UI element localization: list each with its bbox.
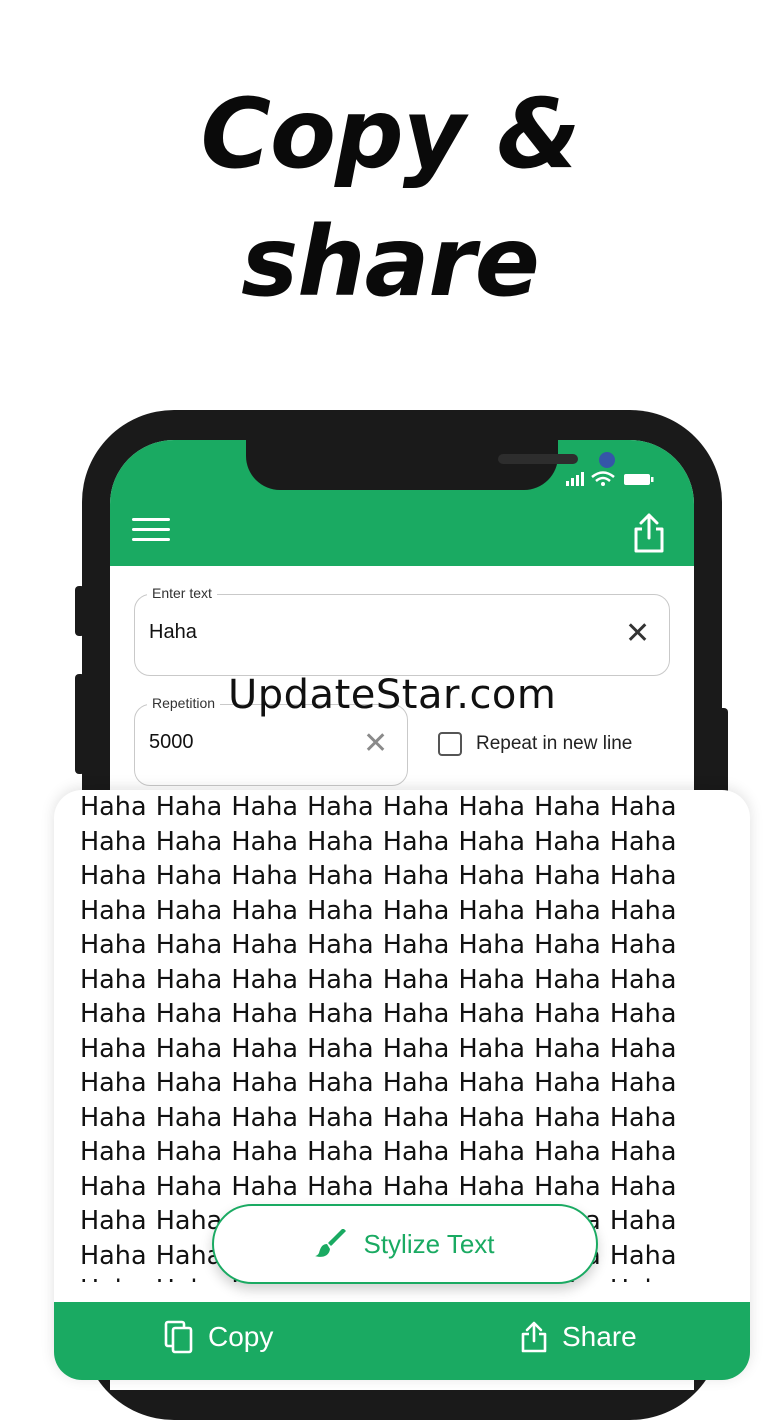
copy-label: Copy [208, 1321, 274, 1352]
repeat-new-line-option[interactable]: Repeat in new line [438, 732, 632, 756]
clear-repetition-icon[interactable]: ✕ [363, 729, 388, 759]
copy-button[interactable]: Copy [164, 1320, 273, 1354]
front-camera [599, 452, 615, 468]
status-bar-icons [566, 471, 654, 486]
phone-notch [246, 440, 615, 490]
stylize-text-label: Stylize Text [363, 1228, 495, 1259]
enter-text-field[interactable]: Enter text Haha ✕ [134, 585, 670, 676]
repeat-new-line-label: Repeat in new line [476, 733, 633, 754]
headline-line-2: share [241, 206, 540, 318]
watermark: UpdateStar.com [228, 672, 557, 718]
share-button[interactable]: Share [520, 1320, 637, 1354]
clear-text-icon[interactable]: ✕ [625, 619, 650, 649]
enter-text-label: Enter text [147, 585, 217, 601]
repetition-value[interactable]: 5000 [149, 731, 194, 754]
enter-text-value[interactable]: Haha [149, 621, 197, 644]
output-card: Haha Haha Haha Haha Haha Haha Haha Haha … [54, 790, 750, 1380]
repetition-label: Repetition [147, 695, 221, 711]
repeat-new-line-checkbox[interactable] [438, 732, 462, 756]
speaker-grille [498, 454, 578, 464]
headline-line-1: Copy & [200, 78, 581, 190]
share-upload-icon[interactable] [632, 512, 666, 554]
share-label: Share [562, 1321, 637, 1352]
bottom-action-bar: Copy Share [54, 1302, 750, 1380]
paint-brush-icon [315, 1229, 347, 1257]
stylize-text-button[interactable]: Stylize Text [212, 1204, 598, 1284]
copy-icon [164, 1320, 193, 1354]
hamburger-menu-icon[interactable] [132, 518, 170, 546]
share-icon [521, 1321, 547, 1353]
